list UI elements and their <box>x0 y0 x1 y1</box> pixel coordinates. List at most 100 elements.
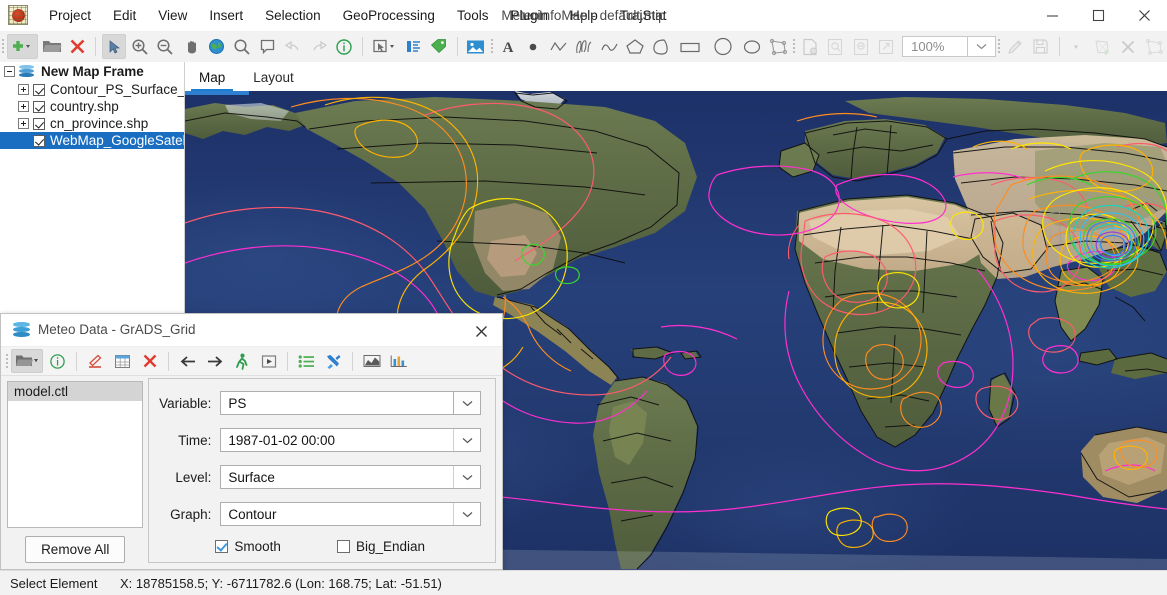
list-item[interactable]: model.ctl <box>8 382 142 401</box>
time-select[interactable]: 1987-01-02 00:00 <box>220 428 481 452</box>
chart-bar-button[interactable] <box>386 349 411 373</box>
menu-edit[interactable]: Edit <box>102 3 147 29</box>
status-coordinates: X: 18785158.5; Y: -6711782.6 (Lon: 168.7… <box>120 576 442 591</box>
chevron-down-icon[interactable] <box>453 503 480 525</box>
sidebar-item-country-layer[interactable]: country.shp <box>0 98 184 115</box>
menu-insert[interactable]: Insert <box>198 3 254 29</box>
graph-row: Graph: Contour <box>149 502 481 526</box>
select-tool-button[interactable] <box>102 34 126 59</box>
select-features-button[interactable] <box>369 34 400 59</box>
animation-play-button[interactable] <box>256 349 281 373</box>
insert-ellipse-button[interactable] <box>740 34 764 59</box>
maximize-button[interactable] <box>1075 0 1121 31</box>
minimize-button[interactable] <box>1029 0 1075 31</box>
zoom-to-box-button[interactable] <box>256 34 280 59</box>
collapse-icon[interactable] <box>4 66 15 77</box>
redo-zoom-button <box>307 34 331 59</box>
sidebar-item-webmap-layer[interactable]: WebMap_GoogleSatell <box>0 132 184 149</box>
expand-icon[interactable] <box>18 84 29 95</box>
toolbar-grip[interactable] <box>489 31 495 62</box>
layer-visibility-checkbox[interactable] <box>33 84 45 96</box>
station-data-button[interactable] <box>83 349 108 373</box>
expand-icon[interactable] <box>18 101 29 112</box>
insert-text-button[interactable]: A <box>496 34 520 59</box>
insert-point-button[interactable] <box>521 34 545 59</box>
layer-visibility-checkbox[interactable] <box>33 101 45 113</box>
dialog-toolbar-grip[interactable] <box>3 346 10 377</box>
level-select[interactable]: Surface <box>220 465 481 489</box>
next-time-button[interactable] <box>202 349 227 373</box>
layer-visibility-checkbox[interactable] <box>33 118 45 130</box>
menu-geoprocessing[interactable]: GeoProcessing <box>332 3 446 29</box>
pan-button[interactable] <box>179 34 203 59</box>
label-button[interactable] <box>427 34 451 59</box>
open-project-button[interactable] <box>40 34 64 59</box>
measurement-button[interactable] <box>402 34 426 59</box>
insert-curve-button[interactable] <box>598 34 622 59</box>
chevron-down-icon[interactable] <box>968 36 996 57</box>
chart-area-button[interactable] <box>359 349 384 373</box>
menu-project[interactable]: Project <box>38 3 102 29</box>
chevron-down-icon[interactable] <box>453 429 480 451</box>
data-file-panel: model.ctl Remove All <box>1 375 148 569</box>
variable-row: Variable: PS <box>149 391 481 415</box>
insert-image-button[interactable] <box>464 34 488 59</box>
dialog-title: Meteo Data - GrADS_Grid <box>38 314 196 346</box>
smooth-checkbox[interactable] <box>215 540 228 553</box>
identify-button[interactable] <box>333 34 357 59</box>
zoom-level-input[interactable]: 100% <box>902 36 968 57</box>
zoom-out-button[interactable] <box>154 34 178 59</box>
animation-run-button[interactable] <box>229 349 254 373</box>
sidebar-item-contour-layer[interactable]: Contour_PS_Surface_19 <box>0 81 184 98</box>
data-file-list[interactable]: model.ctl <box>7 381 143 528</box>
close-button[interactable] <box>1121 0 1167 31</box>
insert-polyline-button[interactable] <box>547 34 571 59</box>
open-data-file-button[interactable] <box>11 349 43 373</box>
meteo-data-dialog[interactable]: Meteo Data - GrADS_Grid <box>0 313 503 570</box>
big-endian-checkbox[interactable] <box>337 540 350 553</box>
big-endian-label: Big_Endian <box>356 539 425 554</box>
dialog-close-button[interactable] <box>468 320 494 342</box>
zoom-level-control[interactable]: 100% <box>902 36 996 57</box>
legend-list-button[interactable] <box>294 349 319 373</box>
variable-label: Variable: <box>149 396 220 411</box>
sidebar-item-cn-province-layer[interactable]: cn_province.shp <box>0 115 184 132</box>
chevron-down-icon[interactable] <box>453 392 480 414</box>
insert-freehand-button[interactable] <box>573 34 597 59</box>
toolbar-grip[interactable] <box>0 31 6 62</box>
previous-time-button[interactable] <box>175 349 200 373</box>
settings-button[interactable] <box>321 349 346 373</box>
insert-circle-button[interactable] <box>708 34 739 59</box>
toolbar-grip[interactable] <box>996 31 1002 62</box>
insert-polygon-button[interactable] <box>624 34 648 59</box>
variable-select[interactable]: PS <box>220 391 481 415</box>
toolbar-grip[interactable] <box>791 31 797 62</box>
menu-plugin[interactable]: Plugin <box>499 3 559 29</box>
tab-layout[interactable]: Layout <box>239 70 308 91</box>
expand-icon[interactable] <box>18 118 29 129</box>
zoom-in-button[interactable] <box>128 34 152 59</box>
remove-layer-button[interactable] <box>66 34 90 59</box>
graph-select[interactable]: Contour <box>220 502 481 526</box>
tab-map[interactable]: Map <box>185 70 239 91</box>
map-frame-root[interactable]: New Map Frame <box>0 62 184 81</box>
full-extent-button[interactable] <box>205 34 229 59</box>
layer-label: WebMap_GoogleSatell <box>50 133 185 148</box>
menu-selection[interactable]: Selection <box>254 3 332 29</box>
chevron-down-icon[interactable] <box>453 466 480 488</box>
layer-visibility-checkbox[interactable] <box>33 135 45 147</box>
identify-zoom-button[interactable] <box>230 34 254 59</box>
insert-shape-button[interactable] <box>766 34 790 59</box>
menu-trajstat[interactable]: TrajStat <box>609 3 678 29</box>
add-layer-button[interactable] <box>7 34 38 59</box>
menu-view[interactable]: View <box>147 3 198 29</box>
meteoinfo-logo-icon <box>8 5 28 25</box>
insert-curve-polygon-button[interactable] <box>649 34 673 59</box>
data-table-button[interactable] <box>110 349 135 373</box>
menu-help[interactable]: Help <box>559 3 609 29</box>
menu-tools[interactable]: Tools <box>446 3 500 29</box>
file-info-button[interactable] <box>45 349 70 373</box>
remove-all-button[interactable]: Remove All <box>25 536 125 563</box>
remove-data-button[interactable] <box>137 349 162 373</box>
insert-rectangle-button[interactable] <box>675 34 706 59</box>
